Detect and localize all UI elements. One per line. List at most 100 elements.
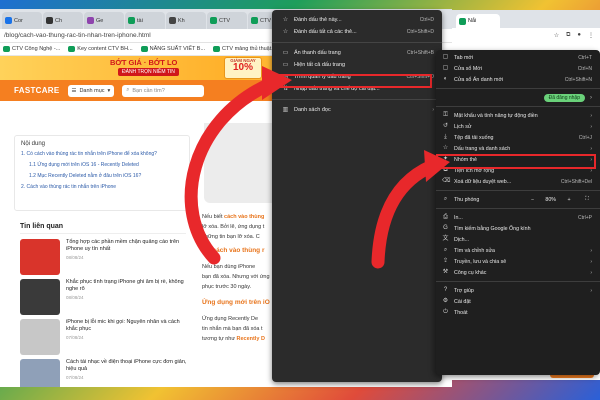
chrome-menu-item[interactable]: G Tìm kiếm bằng Google Ống kính [436,223,600,234]
chrome-menu-item[interactable]: ⚒ Công cụ khác › [436,267,600,278]
chrome-menu-item[interactable]: ⇪ Truyền, lưu và chia sẻ › [436,256,600,267]
menu-item-label: Tìm và chỉnh sửa [454,247,495,254]
menu-item-label: Đánh dấu tất cả các thẻ... [294,29,357,35]
chrome-menu-item[interactable]: ▢ Tab mới Ctrl+T [436,52,600,63]
chrome-menu-item[interactable]: ⤓ Tệp đã tải xuống Ctrl+J [436,132,600,143]
divider [20,233,186,234]
signed-in-row[interactable]: Đã đăng nhập › [436,92,600,103]
favicon-icon [210,17,217,24]
chrome-menu-item[interactable]: ◐ Cửa sổ Ẩn danh mới Ctrl+Shift+N [436,74,600,85]
tab-label: CTV [219,17,230,24]
bookmarks-menu-item[interactable]: ☆ Đánh dấu thẻ này... Ctrl+D [272,14,442,26]
favicon-icon [68,46,76,52]
zoom-controls: − 80% + ⛶ [527,196,592,203]
signed-in-badge[interactable]: Đã đăng nhập [543,93,585,102]
menu-item-shortcut: Ctrl+J [578,134,592,141]
menu-item-shortcut: › [590,269,592,276]
menu-separator [436,208,600,209]
kebab-menu-icon[interactable]: ⋮ [588,32,594,39]
menu-separator [436,106,600,107]
bookmarks-menu-item[interactable]: ▭ Hiện tất cả dấu trang [272,59,442,71]
chrome-menu-item[interactable]: ⎙ In... Ctrl+P [436,212,600,223]
zoom-out-button[interactable]: − [527,197,537,203]
tab[interactable]: Ch [43,12,83,29]
bookmark-label: Key content CTV BH... [77,46,133,52]
menu-item-icon: ◐ [443,76,448,82]
category-button[interactable]: ☰ Danh mục ▾ [67,84,115,97]
related-title[interactable]: Khắc phục tình trạng iPhone ghi âm bị rè… [66,279,190,293]
favicon-icon [251,17,258,24]
profile-icon[interactable]: ● [577,32,581,38]
related-thumbnail[interactable] [20,319,60,355]
related-thumbnail[interactable] [20,239,60,275]
related-thumbnail[interactable] [20,279,60,315]
discount-badge: GIẢM NGAY 10% [224,57,262,79]
related-title[interactable]: Cách tái nhạc về điện thoại iPhone cực đ… [66,359,190,373]
chrome-menu-item[interactable]: ⌫ Xoá dữ liệu duyệt web... Ctrl+Shift+Del [436,176,600,187]
menu-item-icon: ⚒ [442,269,449,275]
menu-item-label: Truyền, lưu và chia sẻ [454,258,507,265]
tab-label: Ge [96,17,104,24]
bookmarks-menu-item[interactable]: ▥ Danh sách đọc › [272,104,442,116]
chrome-menu-item[interactable]: ↺ Lịch sử › [436,121,600,132]
toc-link[interactable]: 2. Cách vào thùng rác tin nhắn trên iPho… [21,184,183,190]
bookmark-item[interactable]: Key content CTV BH... [68,46,133,52]
toc-link[interactable]: 1.2 Mục Recently Deleted nằm ở đâu trên … [21,173,183,179]
tab[interactable]: Cor [2,12,42,29]
extensions-icon[interactable]: ⧉ [566,32,570,39]
zoom-in-button[interactable]: + [564,197,574,203]
menu-item-shortcut: Ctrl+T [578,54,592,61]
related-article[interactable]: Tổng hợp các phần mềm chặn quảng cáo trê… [20,239,190,277]
menu-item-icon: ⌫ [442,178,451,184]
site-search-placeholder: Bạn cần tìm? [132,87,165,94]
related-article[interactable]: iPhone bị lỗi mic khi gọi: Nguyên nhân v… [20,319,190,357]
chrome-menu-item[interactable]: ▢ Cửa sổ Mới Ctrl+N [436,63,600,74]
star-icon[interactable]: ☆ [554,32,559,39]
related-thumbnail[interactable] [20,359,60,387]
menu-item-label: Danh sách đọc [294,107,331,113]
tab[interactable]: Ge [84,12,124,29]
toc-title: Nội dung [21,141,46,147]
bookmark-item[interactable]: CTV Công Nghệ -... [3,46,60,52]
bookmark-label: CTV mảng thủ thuật... [222,46,276,52]
menu-item-shortcut: › [590,112,592,119]
related-article[interactable]: Khắc phục tình trạng iPhone ghi âm bị rè… [20,279,190,317]
menu-separator [436,88,600,89]
tab[interactable]: tài [125,12,165,29]
tab-active[interactable]: Nắi [456,14,500,28]
chrome-menu-item[interactable]: ⚙ Cài đặt [436,296,600,307]
favicon-icon [140,46,148,52]
chrome-menu-item[interactable]: ☆ Dấu trang và danh sách › [436,143,600,154]
chrome-menu-item[interactable]: ⏻ Thoát [436,307,600,318]
tab[interactable]: Kh [166,12,206,29]
related-article[interactable]: Cách tái nhạc về điện thoại iPhone cực đ… [20,359,190,387]
address-bar-url[interactable]: /blog/cach-vao-thung-rac-tin-nhan-tren-i… [4,32,151,39]
toc-link[interactable]: 1. Có cách vào thùng rác tin nhắn trên i… [21,151,183,157]
related-title[interactable]: Tổng hợp các phần mềm chặn quảng cáo trê… [66,239,190,253]
related-news-title: Tin liên quan [20,223,64,230]
menu-item-label: Xoá dữ liệu duyệt web... [454,178,512,185]
site-search-input[interactable]: ⌕ Bạn cần tìm? [122,84,205,97]
bookmark-item[interactable]: NĂNG SUẤT VIẾT B... [140,46,205,52]
menu-item-shortcut: Ctrl+Shift+N [564,76,592,83]
menu-item-shortcut: Ctrl+P [577,214,592,221]
menu-item-icon: 文 [442,236,449,242]
chrome-menu-item[interactable]: ⌕ Tìm và chỉnh sửa › [436,245,600,256]
menu-separator [272,42,442,43]
menu-item-label: In... [454,214,463,221]
bookmarks-menu-item[interactable]: ▭ Ẩn thanh dấu trang Ctrl+Shift+B [272,47,442,59]
chrome-menu-item[interactable]: ⚿ Mật khẩu và tính năng tự động điền › [436,110,600,121]
tab[interactable]: CTV [207,12,247,29]
chrome-menu-item[interactable]: ? Trợ giúp › [436,285,600,296]
bookmark-item[interactable]: CTV mảng thủ thuật... [213,46,276,52]
article-heading: Có cách vào thùng r [202,247,265,254]
related-title[interactable]: iPhone bị lỗi mic khi gọi: Nguyên nhân v… [66,319,190,333]
chrome-menu-item[interactable]: 文 Dịch... [436,234,600,245]
favicon-icon [213,46,221,52]
menu-item-icon: ? [443,287,448,293]
toc-link[interactable]: 1.1 Ứng dụng mới trên iOS 16 - Recently … [21,162,183,168]
site-logo[interactable]: FASTCARE [14,86,60,95]
fullscreen-icon[interactable]: ⛶ [582,196,592,203]
bookmarks-menu-item[interactable]: ☆ Đánh dấu tất cả các thẻ... Ctrl+Shift+D [272,26,442,38]
menu-icon: ☰ [71,87,77,94]
